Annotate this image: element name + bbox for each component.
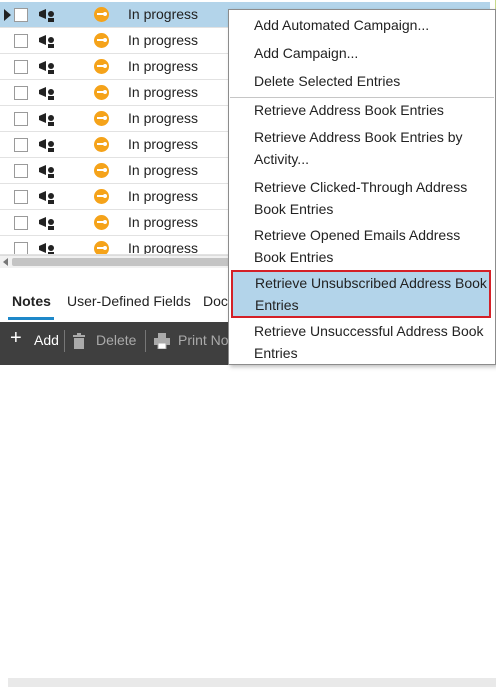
current-row-indicator-icon — [4, 9, 11, 21]
tab-documents[interactable]: Doc — [203, 293, 228, 309]
menu-item-retrieve-unsubscribed[interactable]: Retrieve Unsubscribed Address Book Entri… — [231, 270, 491, 318]
menu-item-retrieve-unsuccessful[interactable]: Retrieve Unsuccessful Address Book Entri… — [230, 320, 494, 364]
in-progress-icon — [94, 241, 109, 254]
in-progress-icon — [94, 7, 109, 22]
campaign-icon — [39, 243, 54, 254]
print-notes-button[interactable]: Print No — [178, 332, 229, 348]
status-text: In progress — [128, 6, 199, 22]
in-progress-icon — [94, 33, 109, 48]
status-text: In progress — [128, 32, 199, 48]
row-checkbox[interactable] — [14, 164, 28, 178]
campaign-icon — [39, 113, 54, 126]
tab-notes[interactable]: Notes — [12, 293, 51, 309]
menu-item-retrieve-by-activity[interactable]: Retrieve Address Book Entries by Activit… — [230, 126, 494, 170]
toolbar-divider — [145, 330, 146, 352]
in-progress-icon — [94, 215, 109, 230]
campaign-icon — [39, 217, 54, 230]
campaign-icon — [39, 9, 54, 22]
trash-icon[interactable] — [72, 333, 86, 349]
scroll-left-icon[interactable] — [3, 258, 8, 266]
in-progress-icon — [94, 189, 109, 204]
campaign-icon — [39, 87, 54, 100]
plus-icon[interactable]: + — [10, 327, 22, 350]
in-progress-icon — [94, 111, 109, 126]
active-tab-indicator — [8, 317, 54, 320]
menu-item-retrieve-clicked-through[interactable]: Retrieve Clicked-Through Address Book En… — [230, 176, 494, 220]
status-text: In progress — [128, 84, 199, 100]
row-checkbox[interactable] — [14, 8, 28, 22]
delete-button[interactable]: Delete — [96, 332, 136, 348]
row-checkbox[interactable] — [14, 190, 28, 204]
campaign-icon — [39, 61, 54, 74]
campaign-icon — [39, 165, 54, 178]
status-text: In progress — [128, 162, 199, 178]
row-checkbox[interactable] — [14, 138, 28, 152]
campaign-icon — [39, 191, 54, 204]
status-text: In progress — [128, 110, 199, 126]
row-checkbox[interactable] — [14, 242, 28, 254]
row-checkbox[interactable] — [14, 216, 28, 230]
in-progress-icon — [94, 85, 109, 100]
notes-header-row — [8, 678, 496, 687]
menu-item-delete-selected-entries[interactable]: Delete Selected Entries — [230, 70, 494, 92]
campaign-icon — [39, 35, 54, 48]
menu-separator — [230, 97, 494, 98]
in-progress-icon — [94, 163, 109, 178]
campaign-icon — [39, 139, 54, 152]
menu-item-add-campaign[interactable]: Add Campaign... — [230, 42, 494, 64]
menu-item-retrieve-address-book-entries[interactable]: Retrieve Address Book Entries — [230, 99, 494, 121]
row-checkbox[interactable] — [14, 60, 28, 74]
status-text: In progress — [128, 214, 199, 230]
menu-item-add-automated-campaign[interactable]: Add Automated Campaign... — [230, 14, 494, 36]
row-checkbox[interactable] — [14, 112, 28, 126]
row-checkbox[interactable] — [14, 34, 28, 48]
menu-item-retrieve-opened-emails[interactable]: Retrieve Opened Emails Address Book Entr… — [230, 224, 494, 268]
add-button[interactable]: Add — [34, 332, 59, 348]
status-text: In progress — [128, 240, 199, 255]
printer-icon[interactable] — [154, 333, 170, 349]
row-checkbox[interactable] — [14, 86, 28, 100]
status-text: In progress — [128, 188, 199, 204]
status-text: In progress — [128, 58, 199, 74]
status-text: In progress — [128, 136, 199, 152]
toolbar-divider — [64, 330, 65, 352]
tab-user-defined-fields[interactable]: User-Defined Fields — [67, 293, 191, 309]
in-progress-icon — [94, 137, 109, 152]
context-menu: Add Automated Campaign... Add Campaign..… — [228, 9, 496, 365]
in-progress-icon — [94, 59, 109, 74]
